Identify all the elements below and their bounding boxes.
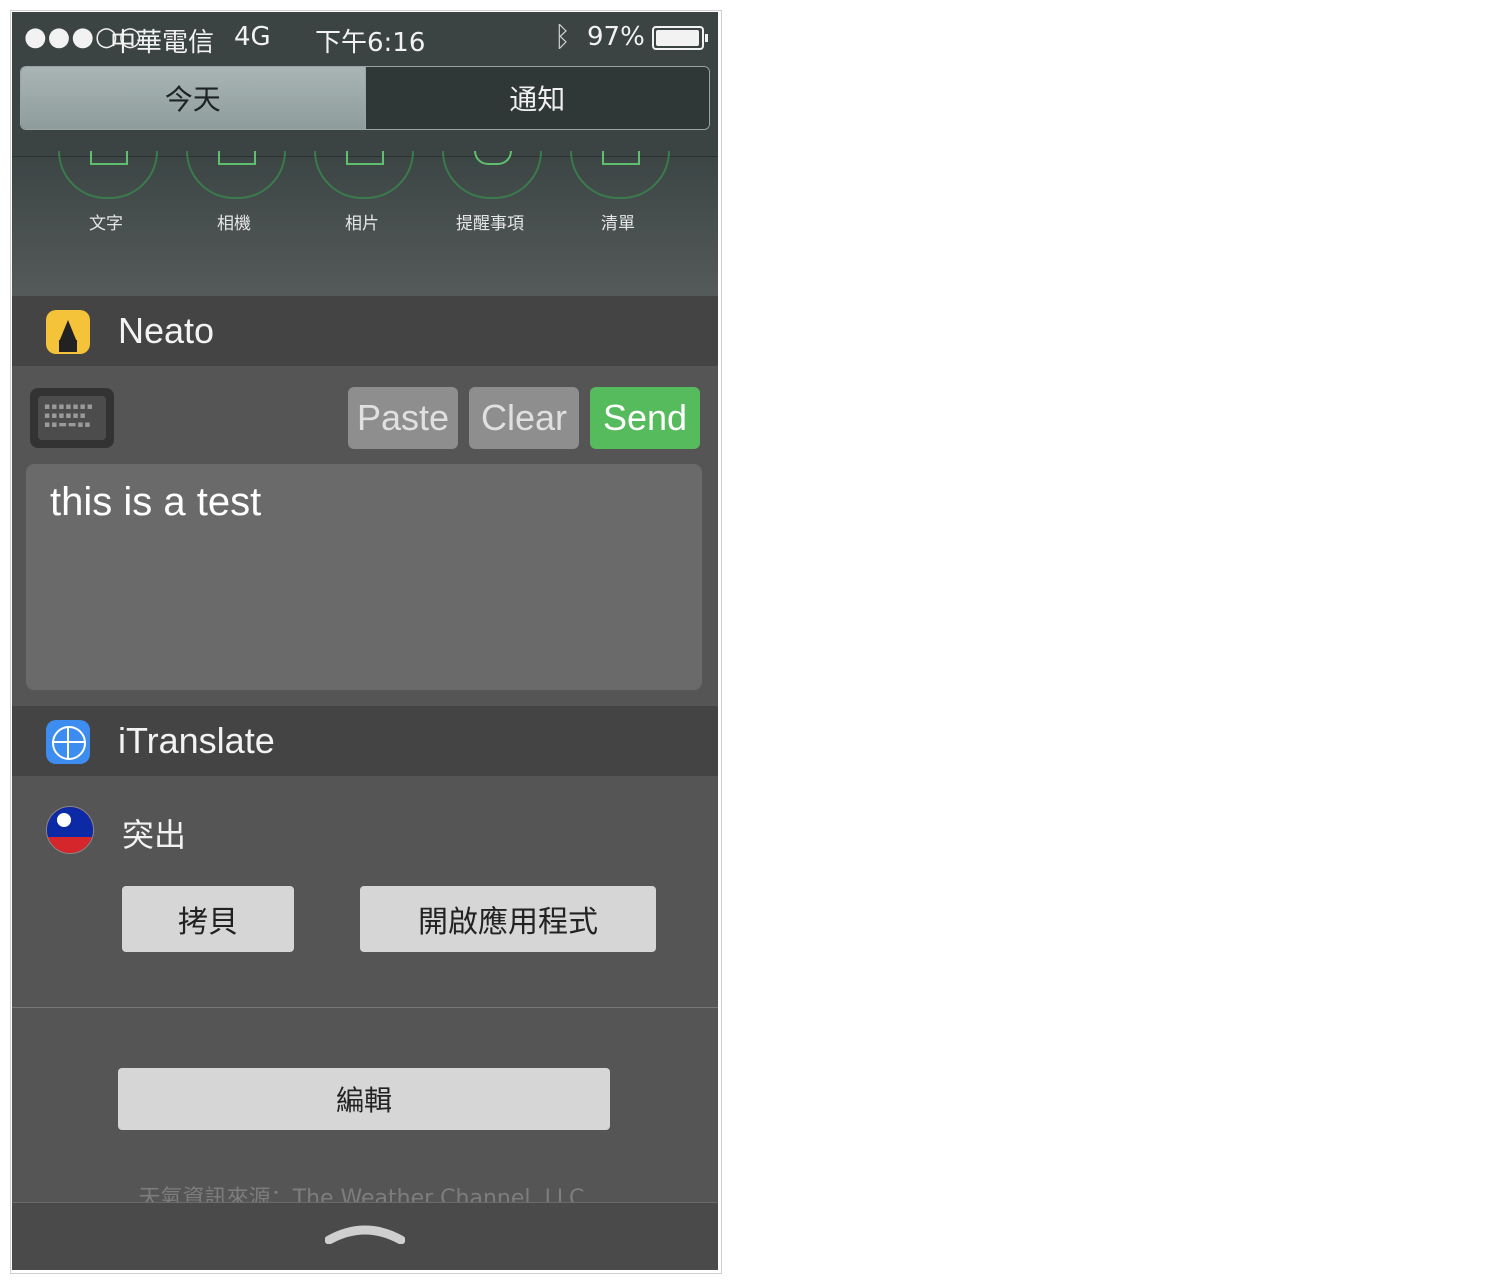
carrier-name: 中華電信: [110, 28, 215, 58]
list-icon: [570, 151, 670, 199]
section-divider: [12, 1007, 718, 1008]
battery-nub: [705, 34, 708, 42]
launcher-widget: 文字 相機 相片 提醒事項 清單: [12, 151, 718, 297]
send-button[interactable]: Send: [590, 387, 700, 449]
itranslate-header[interactable]: iTranslate: [12, 706, 718, 776]
neato-title: Neato: [118, 310, 215, 351]
clock: 下午6:16: [315, 28, 426, 58]
status-bar: ●●●○○ 中華電信 4G 下午6:16 ᛒ 97%: [12, 12, 718, 64]
launcher-label: 文字: [89, 214, 123, 234]
camera-icon: [186, 151, 286, 199]
launcher-label: 相片: [345, 214, 379, 234]
text-note-icon: [58, 151, 158, 199]
note-text-value: this is a test: [50, 480, 262, 524]
notification-center: ●●●○○ 中華電信 4G 下午6:16 ᛒ 97% 今天 通知 文字 相機 相…: [12, 12, 718, 1270]
battery-icon: [652, 26, 708, 50]
clear-button[interactable]: Clear: [469, 387, 579, 449]
pencil-icon: [46, 310, 90, 354]
neato-header[interactable]: Neato: [12, 296, 718, 366]
launcher-label: 提醒事項: [456, 214, 524, 234]
launcher-item-camera[interactable]: 相機: [186, 151, 286, 234]
keyboard-keys-glyph: ▪▪▪▪▪▪▪ ▪▪▪▪▪▪ ▪▪▬▬▪▪: [44, 402, 94, 430]
launcher-item-photo[interactable]: 相片: [314, 151, 414, 234]
globe-icon: [46, 720, 90, 764]
open-app-button[interactable]: 開啟應用程式: [360, 886, 656, 952]
network-type: 4G: [234, 22, 271, 52]
battery-fill: [656, 30, 699, 46]
battery-percent: 97%: [587, 22, 645, 52]
launcher-label: 清單: [601, 214, 635, 234]
keyboard-button[interactable]: ▪▪▪▪▪▪▪ ▪▪▪▪▪▪ ▪▪▬▬▪▪: [30, 388, 114, 448]
note-text-input[interactable]: this is a test: [26, 464, 702, 690]
grabber-handle-icon[interactable]: [325, 1224, 405, 1244]
bluetooth-icon: ᛒ: [554, 20, 571, 53]
edit-button[interactable]: 編輯: [118, 1068, 610, 1130]
view-segmented-control: 今天 通知: [20, 66, 710, 130]
launcher-label: 相機: [217, 214, 251, 234]
launcher-item-text[interactable]: 文字: [58, 151, 158, 234]
tab-notifications[interactable]: 通知: [364, 67, 709, 129]
reminder-icon: [442, 151, 542, 199]
copy-button[interactable]: 拷貝: [122, 886, 294, 952]
launcher-item-reminder[interactable]: 提醒事項: [442, 151, 542, 234]
tab-today[interactable]: 今天: [21, 67, 365, 129]
paste-button[interactable]: Paste: [348, 387, 458, 449]
translated-word: 突出: [122, 816, 187, 854]
taiwan-flag-icon: [46, 806, 94, 854]
itranslate-title: iTranslate: [118, 720, 275, 761]
launcher-item-list[interactable]: 清單: [570, 151, 670, 234]
photo-icon: [314, 151, 414, 199]
